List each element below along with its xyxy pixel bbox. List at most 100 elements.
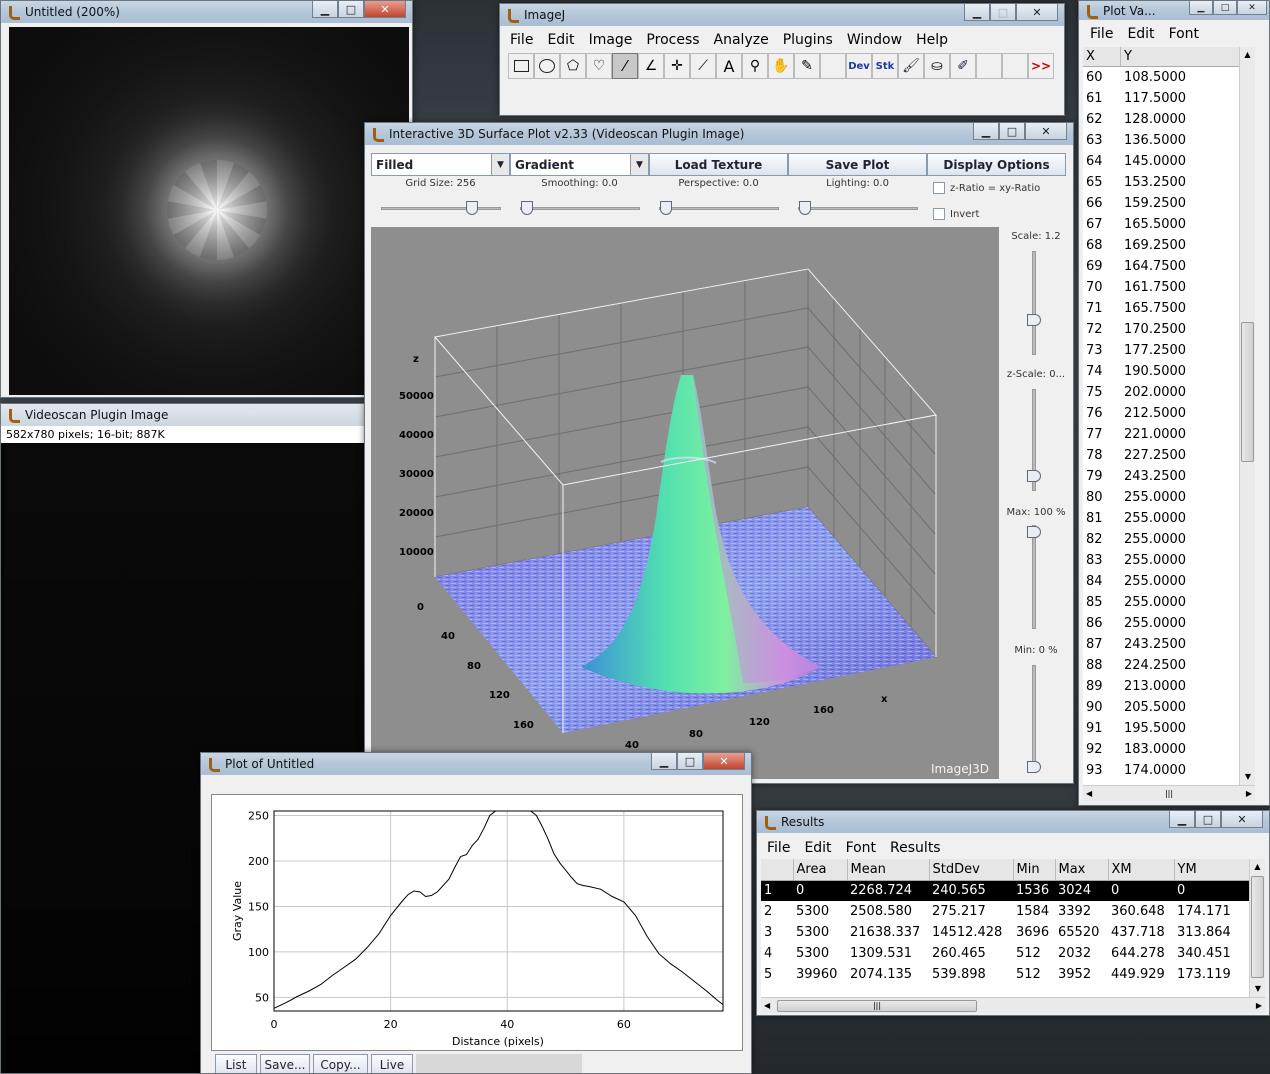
surface-3d-canvas[interactable]: z 50000 40000 30000 20000 10000 0 40 80 … (371, 227, 999, 779)
maximize-button[interactable]: □ (1213, 1, 1237, 15)
table-row[interactable]: 77 221.0000 (1083, 424, 1239, 445)
close-button[interactable]: ✕ (703, 753, 745, 770)
copy-button[interactable]: Copy... (313, 1054, 368, 1073)
menu-font[interactable]: Font (1162, 26, 1206, 42)
menu-window[interactable]: Window (840, 32, 909, 48)
table-row[interactable]: 76 212.5000 (1083, 403, 1239, 424)
table-row[interactable]: 67 165.5000 (1083, 214, 1239, 235)
wand-icon[interactable]: ⟋ (690, 53, 716, 79)
table-row[interactable]: 83 255.0000 (1083, 550, 1239, 571)
live-button[interactable]: Live (371, 1054, 413, 1073)
max-slider[interactable] (1027, 525, 1041, 629)
scroll-left-arrow[interactable]: ◀ (764, 998, 770, 1014)
minimize-button[interactable]: ▁ (964, 4, 990, 21)
zratio-checkbox-row[interactable]: z-Ratio = xy-Ratio (933, 182, 1040, 194)
surface-titlebar[interactable]: Interactive 3D Surface Plot v2.33 (Video… (365, 123, 1073, 145)
slider-thumb[interactable] (660, 201, 672, 215)
line-icon[interactable]: ⁄ (612, 53, 638, 79)
magnifier-icon[interactable]: ⚲ (742, 53, 768, 79)
zratio-checkbox[interactable] (933, 182, 945, 194)
menu-plugins[interactable]: Plugins (776, 32, 840, 48)
table-row[interactable]: 66 159.2500 (1083, 193, 1239, 214)
table-row[interactable]: 72 170.2500 (1083, 319, 1239, 340)
table-row[interactable]: 74 190.5000 (1083, 361, 1239, 382)
scroll-down-arrow[interactable]: ▼ (1250, 981, 1266, 997)
table-row[interactable]: 81 255.0000 (1083, 508, 1239, 529)
untitled-image-canvas[interactable] (9, 27, 409, 395)
scroll-thumb[interactable] (1241, 322, 1254, 462)
table-row[interactable]: 80 255.0000 (1083, 487, 1239, 508)
flood-fill-icon[interactable]: ⛀ (924, 53, 950, 79)
maximize-button[interactable]: □ (677, 753, 703, 770)
scroll-down-arrow[interactable]: ▼ (1240, 769, 1256, 785)
slider-thumb[interactable] (1027, 761, 1041, 773)
table-row[interactable]: 91 195.5000 (1083, 718, 1239, 739)
invert-checkbox-row[interactable]: Invert (933, 208, 979, 220)
menu-help[interactable]: Help (909, 32, 955, 48)
table-row[interactable]: 64 145.0000 (1083, 151, 1239, 172)
point-icon[interactable]: ✛ (664, 53, 690, 79)
save-plot-button[interactable]: Save Plot (788, 153, 927, 176)
table-row[interactable]: 92 183.0000 (1083, 739, 1239, 760)
save-button[interactable]: Save... (260, 1054, 310, 1073)
minimize-button[interactable]: ▁ (973, 123, 999, 140)
table-row[interactable]: 63 136.5000 (1083, 130, 1239, 151)
angle-icon[interactable]: ∠ (638, 53, 664, 79)
grid-size-slider[interactable] (381, 201, 501, 215)
table-row[interactable]: 1 0 2268.724 240.565 1536 3024 0 0 (761, 880, 1249, 901)
table-row[interactable]: 78 227.2500 (1083, 445, 1239, 466)
plot-values-hscroll[interactable]: ◀ ||| ▶ (1083, 785, 1255, 801)
maximize-button[interactable]: □ (999, 123, 1025, 140)
table-row[interactable]: 84 255.0000 (1083, 571, 1239, 592)
pencil-icon[interactable]: ✐ (950, 53, 976, 79)
zscale-slider[interactable] (1027, 389, 1041, 491)
polygon-icon[interactable]: ⬠ (560, 53, 586, 79)
table-row[interactable]: 73 177.2500 (1083, 340, 1239, 361)
table-row[interactable]: 70 161.7500 (1083, 277, 1239, 298)
minimize-button[interactable]: ▁ (651, 753, 677, 770)
slider-thumb[interactable] (521, 201, 533, 215)
videoscan-titlebar[interactable]: Videoscan Plugin Image (1, 404, 365, 426)
results-vscroll[interactable]: ▲ ▼ (1249, 859, 1265, 997)
perspective-slider[interactable] (659, 201, 779, 215)
menu-file[interactable]: File (1083, 26, 1120, 42)
slider-thumb[interactable] (799, 201, 811, 215)
scroll-thumb[interactable]: ||| (777, 1000, 977, 1012)
table-row[interactable]: 82 255.0000 (1083, 529, 1239, 550)
load-texture-button[interactable]: Load Texture (649, 153, 788, 176)
table-row[interactable]: 75 202.0000 (1083, 382, 1239, 403)
table-row[interactable]: 71 165.7500 (1083, 298, 1239, 319)
maximize-button[interactable]: □ (1195, 811, 1221, 828)
table-row[interactable]: 79 243.2500 (1083, 466, 1239, 487)
table-row[interactable]: 87 243.2500 (1083, 634, 1239, 655)
minimize-button[interactable]: ▁ (312, 1, 338, 18)
brush-icon[interactable]: 🖌 (898, 53, 924, 79)
menu-analyze[interactable]: Analyze (707, 32, 776, 48)
plot-values-vscroll[interactable]: ▲ ▼ (1239, 47, 1255, 785)
menu-image[interactable]: Image (582, 32, 640, 48)
results-titlebar[interactable]: Results ▁ □ ✕ (757, 811, 1269, 833)
render-mode-select[interactable]: Filled ▼ (371, 153, 510, 176)
table-row[interactable]: 3 5300 21638.337 14512.428 3696 65520 437.718 3… (761, 922, 1249, 943)
scroll-right-arrow[interactable]: ▶ (1246, 786, 1252, 801)
table-row[interactable]: 2 5300 2508.580 275.217 1584 3392 360.648 174.1… (761, 901, 1249, 922)
plot-values-titlebar[interactable]: Plot Va... ▁ □ ✕ (1079, 1, 1269, 20)
lighting-slider[interactable] (798, 201, 918, 215)
table-row[interactable]: 93 174.0000 (1083, 760, 1239, 781)
results-hscroll[interactable]: ◀ ||| ▶ (761, 997, 1265, 1013)
table-row[interactable]: 69 164.7500 (1083, 256, 1239, 277)
menu-file[interactable]: File (503, 32, 540, 48)
close-button[interactable]: ✕ (1221, 811, 1263, 828)
close-button[interactable]: ✕ (1016, 4, 1058, 21)
plot-values-table[interactable]: X Y 60 108.5000 61 117.5000 62 128.0000 63 136.… (1083, 47, 1239, 785)
table-row[interactable]: 86 255.0000 (1083, 613, 1239, 634)
freehand-icon[interactable]: ♡ (586, 53, 612, 79)
scroll-up-arrow[interactable]: ▲ (1250, 859, 1265, 875)
stk-icon[interactable]: Stk (872, 53, 898, 79)
maximize-button[interactable]: □ (338, 1, 364, 18)
oval-icon[interactable] (534, 53, 560, 79)
scroll-left-arrow[interactable]: ◀ (1086, 786, 1092, 801)
table-row[interactable]: 89 213.0000 (1083, 676, 1239, 697)
scroll-up-arrow[interactable]: ▲ (1240, 47, 1255, 63)
scale-slider[interactable] (1027, 251, 1041, 355)
